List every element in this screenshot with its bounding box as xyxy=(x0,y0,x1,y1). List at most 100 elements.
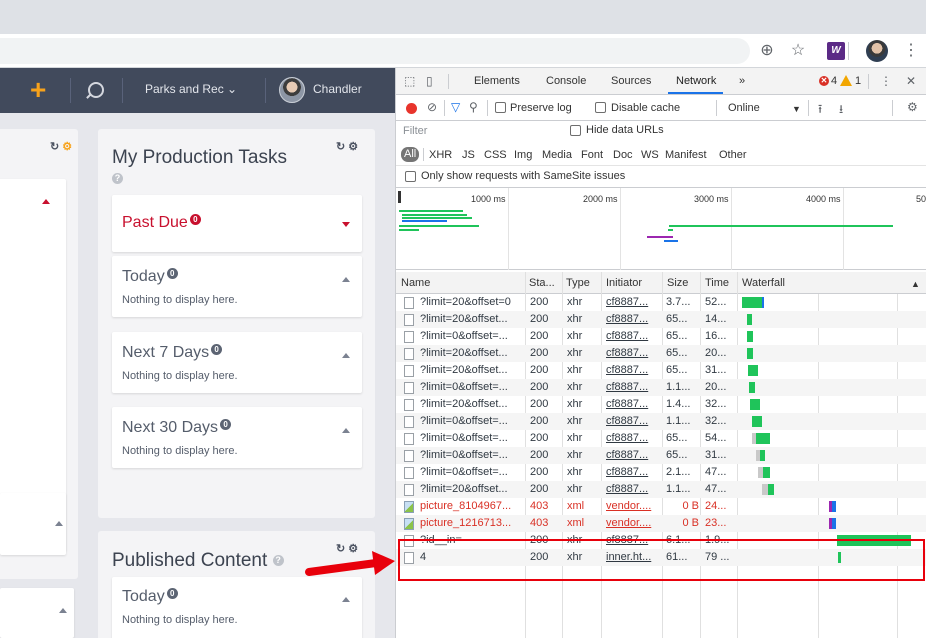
samesite-checkbox[interactable] xyxy=(405,171,416,182)
request-initiator[interactable]: vendor.... xyxy=(606,498,660,515)
warning-count[interactable]: 1 xyxy=(855,75,861,87)
request-initiator[interactable]: cf8887... xyxy=(606,311,660,328)
type-filter-media[interactable]: Media xyxy=(542,149,572,161)
request-row[interactable]: ?limit=0&offset=... 200 xhr cf8887... 65... 5… xyxy=(396,430,926,447)
tab-sources[interactable]: Sources xyxy=(611,75,651,87)
help-icon[interactable]: ? xyxy=(112,173,123,184)
preserve-log-checkbox[interactable] xyxy=(495,102,506,113)
star-icon[interactable]: ☆ xyxy=(789,42,807,60)
clear-icon[interactable]: ⊘ xyxy=(427,100,437,114)
request-row[interactable]: ?limit=20&offset... 200 xhr cf8887... 65... 1… xyxy=(396,311,926,328)
close-icon[interactable]: ✕ xyxy=(906,74,916,88)
address-bar[interactable] xyxy=(0,38,750,64)
request-initiator[interactable]: cf8887... xyxy=(606,430,660,447)
tab-elements[interactable]: Elements xyxy=(474,75,520,87)
request-row[interactable]: picture_8104967... 403 xml vendor.... 0 B 24.… xyxy=(396,498,926,515)
filter-input[interactable]: Filter xyxy=(399,124,559,139)
caret-up-icon[interactable] xyxy=(59,608,67,613)
request-initiator[interactable]: cf8887... xyxy=(606,362,660,379)
type-filter-img[interactable]: Img xyxy=(514,149,532,161)
published-today-card[interactable]: Today 0 Nothing to display here. xyxy=(112,577,362,638)
request-initiator[interactable]: cf8887... xyxy=(606,413,660,430)
user-avatar[interactable] xyxy=(279,77,305,103)
past-due-card[interactable]: Past Due 0 xyxy=(112,195,362,252)
request-row[interactable]: ?limit=0&offset=... 200 xhr cf8887... 1.1...… xyxy=(396,379,926,396)
search-icon[interactable] xyxy=(88,82,104,98)
add-button[interactable]: + xyxy=(30,76,46,104)
request-initiator[interactable]: cf8887... xyxy=(606,379,660,396)
type-filter-manifest[interactable]: Manifest xyxy=(665,149,707,161)
column-name[interactable]: Name xyxy=(401,277,430,289)
network-overview[interactable]: 1000 ms 2000 ms 3000 ms 4000 ms 500 xyxy=(396,188,926,270)
type-filter-font[interactable]: Font xyxy=(581,149,603,161)
more-tabs-button[interactable]: » xyxy=(739,75,745,87)
type-filter-js[interactable]: JS xyxy=(462,149,475,161)
help-icon[interactable]: ? xyxy=(272,555,284,567)
throttle-select[interactable]: Online xyxy=(728,102,760,114)
request-initiator[interactable]: cf8887... xyxy=(606,464,660,481)
overview-range-handle[interactable] xyxy=(398,191,401,203)
request-row[interactable]: ?limit=20&offset=0 200 xhr cf8887... 3.7... 5… xyxy=(396,294,926,311)
type-filter-xhr[interactable]: XHR xyxy=(429,149,452,161)
request-row[interactable]: ?limit=20&offset... 200 xhr cf8887... 65... 2… xyxy=(396,345,926,362)
request-row[interactable]: ?limit=0&offset=... 200 xhr cf8887... 2.1...… xyxy=(396,464,926,481)
user-name[interactable]: Chandler xyxy=(313,82,362,96)
next-30-days-card[interactable]: Next 30 Days 0 Nothing to display here. xyxy=(112,407,362,468)
request-row[interactable]: ?limit=0&offset=... 200 xhr cf8887... 65... 3… xyxy=(396,447,926,464)
request-row[interactable]: ?limit=20&offset... 200 xhr cf8887... 1.1...… xyxy=(396,481,926,498)
type-filter-other[interactable]: Other xyxy=(719,149,747,161)
request-initiator[interactable]: cf8887... xyxy=(606,345,660,362)
preserve-log-label[interactable]: Preserve log xyxy=(510,102,572,114)
kebab-icon[interactable]: ⋮ xyxy=(902,42,920,60)
type-filter-all[interactable]: All xyxy=(401,147,420,162)
request-initiator[interactable]: cf8887... xyxy=(606,396,660,413)
device-toggle-icon[interactable]: ▯ xyxy=(426,74,433,88)
extension-icon[interactable]: W xyxy=(827,42,845,60)
warning-icon[interactable] xyxy=(840,75,852,86)
type-filter-doc[interactable]: Doc xyxy=(613,149,633,161)
refresh-icon[interactable]: ↻ xyxy=(336,141,345,153)
profile-avatar[interactable] xyxy=(866,40,888,62)
request-initiator[interactable]: cf8887... xyxy=(606,294,660,311)
chevron-down-icon[interactable]: ▼ xyxy=(792,104,801,114)
hide-data-urls-checkbox[interactable] xyxy=(570,125,581,136)
column-initiator[interactable]: Initiator xyxy=(606,277,642,289)
caret-up-icon[interactable] xyxy=(55,521,63,526)
caret-up-icon[interactable] xyxy=(342,597,350,602)
tab-network[interactable]: Network xyxy=(676,75,716,87)
type-filter-css[interactable]: CSS xyxy=(484,149,507,161)
request-row[interactable]: ?limit=20&offset... 200 xhr cf8887... 65... 3… xyxy=(396,362,926,379)
refresh-icon[interactable]: ↻ xyxy=(50,141,59,153)
import-har-icon[interactable]: ⭱ xyxy=(818,100,822,121)
error-count[interactable]: 4 xyxy=(831,75,837,87)
request-row[interactable]: ?limit=0&offset=... 200 xhr cf8887... 65... 1… xyxy=(396,328,926,345)
today-card[interactable]: Today 0 Nothing to display here. xyxy=(112,256,362,317)
request-row[interactable]: picture_1216713... 403 xml vendor.... 0 B 23.… xyxy=(396,515,926,532)
request-row[interactable]: ?limit=0&offset=... 200 xhr cf8887... 1.1...… xyxy=(396,413,926,430)
inspect-icon[interactable]: ⬚ xyxy=(404,74,415,88)
request-initiator[interactable]: cf8887... xyxy=(606,328,660,345)
tab-console[interactable]: Console xyxy=(546,75,586,87)
request-initiator[interactable]: cf8887... xyxy=(606,447,660,464)
next-7-days-card[interactable]: Next 7 Days 0 Nothing to display here. xyxy=(112,332,362,393)
request-initiator[interactable]: cf8887... xyxy=(606,481,660,498)
caret-up-icon[interactable] xyxy=(342,277,350,282)
disable-cache-checkbox[interactable] xyxy=(595,102,606,113)
caret-up-icon[interactable] xyxy=(342,353,350,358)
column-status[interactable]: Sta... xyxy=(529,277,555,289)
team-selector[interactable]: Parks and Rec ⌄ xyxy=(145,82,237,96)
zoom-icon[interactable]: ⊕ xyxy=(758,42,776,60)
caret-up-icon[interactable] xyxy=(42,199,50,204)
refresh-icon[interactable]: ↻ xyxy=(336,543,345,555)
request-initiator[interactable]: vendor.... xyxy=(606,515,660,532)
column-waterfall[interactable]: Waterfall xyxy=(742,277,785,289)
record-button[interactable] xyxy=(406,103,417,114)
request-row[interactable]: ?limit=20&offset... 200 xhr cf8887... 1.4...… xyxy=(396,396,926,413)
gear-icon[interactable]: ⚙ xyxy=(348,543,358,555)
filter-icon[interactable]: ▽ xyxy=(451,100,460,114)
export-har-icon[interactable]: ⭳ xyxy=(839,100,843,121)
samesite-label[interactable]: Only show requests with SameSite issues xyxy=(421,170,625,182)
gear-icon[interactable]: ⚙ xyxy=(62,141,72,153)
gear-icon[interactable]: ⚙ xyxy=(907,100,918,114)
column-type[interactable]: Type xyxy=(566,277,590,289)
